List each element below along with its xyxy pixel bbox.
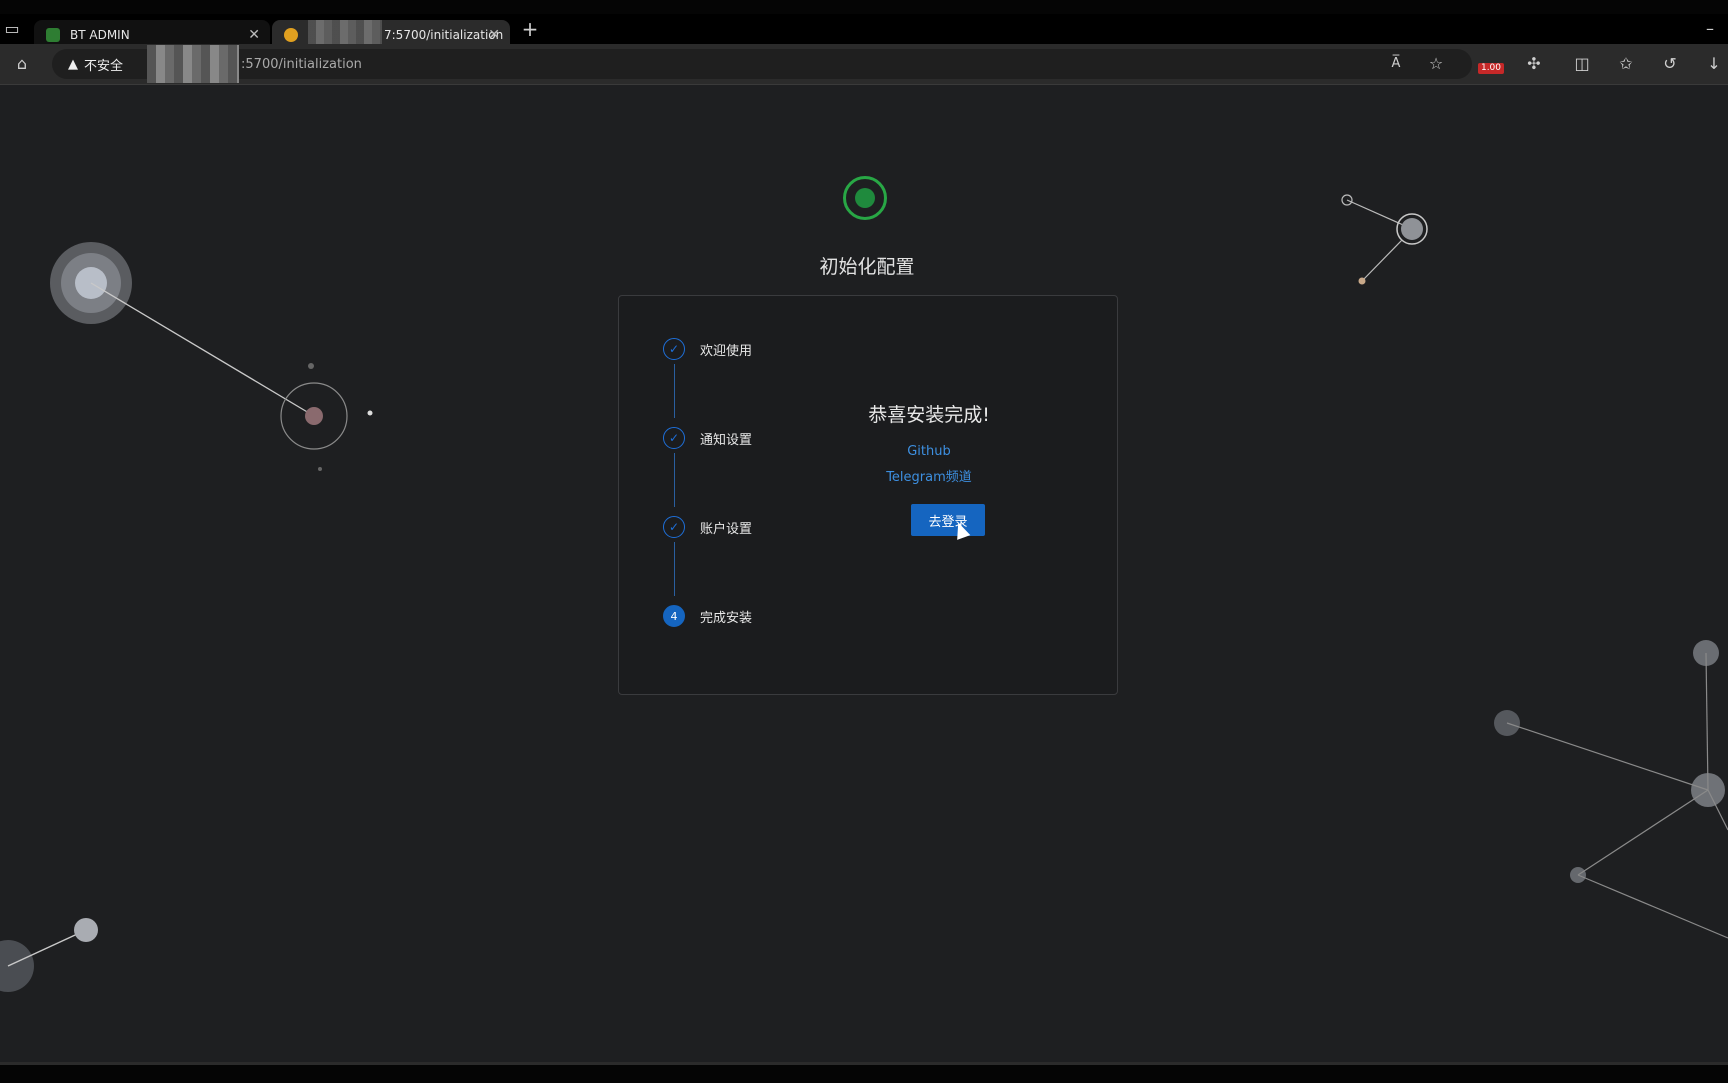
- check-icon: ✓: [663, 338, 685, 360]
- particle: [74, 918, 98, 942]
- particle: [318, 467, 322, 471]
- particle-link: [1506, 722, 1709, 791]
- step-notification: ✓ 通知设置: [663, 427, 752, 449]
- particle-link: [1577, 789, 1709, 876]
- page-title: 初始化配置: [819, 256, 915, 278]
- step-label: 通知设置: [700, 432, 753, 448]
- particle: [1401, 218, 1423, 240]
- particle: [367, 410, 373, 416]
- github-link[interactable]: Github: [829, 444, 1029, 459]
- app-logo: [843, 176, 887, 220]
- step-connector: [674, 453, 675, 507]
- particle: [305, 407, 323, 425]
- step-connector: [674, 542, 675, 596]
- setup-card: ✓ 欢迎使用 ✓ 通知设置 ✓ 账户设置 4 完成安装 恭喜安装完成! Gith…: [618, 295, 1118, 695]
- particle: [308, 363, 314, 369]
- step-label: 欢迎使用: [700, 343, 753, 359]
- particle-link: [1705, 652, 1709, 791]
- particle-link: [1346, 199, 1411, 229]
- particle-link: [90, 282, 315, 417]
- particle: [0, 940, 34, 992]
- step-label: 账户设置: [700, 521, 753, 537]
- step-welcome: ✓ 欢迎使用: [663, 338, 752, 360]
- check-icon: ✓: [663, 516, 685, 538]
- check-icon: ✓: [663, 427, 685, 449]
- step-label: 完成安装: [700, 610, 753, 626]
- telegram-link[interactable]: Telegram频道: [829, 466, 1029, 485]
- step-number: 4: [663, 605, 685, 627]
- step-account: ✓ 账户设置: [663, 516, 752, 538]
- login-button[interactable]: 去登录: [911, 504, 985, 536]
- particle-link: [1577, 874, 1728, 939]
- congrats-message: 恭喜安装完成!: [868, 404, 990, 426]
- step-connector: [674, 364, 675, 418]
- step-finish: 4 完成安装: [663, 605, 752, 627]
